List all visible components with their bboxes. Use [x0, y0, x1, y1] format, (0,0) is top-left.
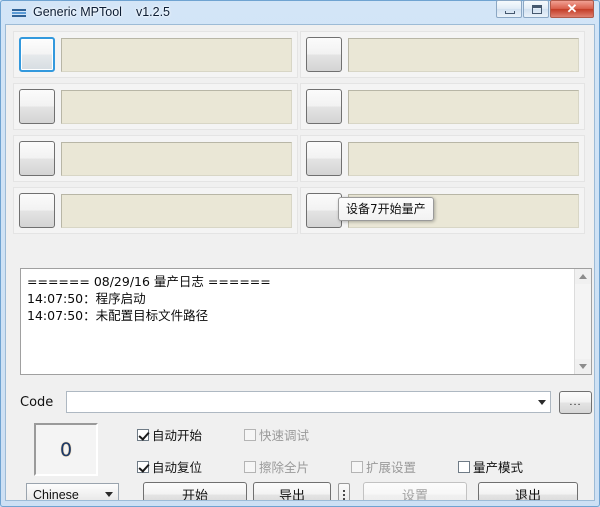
minimize-button[interactable] [496, 0, 522, 18]
device-status-6 [348, 89, 579, 124]
checkbox-auto-start[interactable]: 自动开始 [137, 425, 202, 444]
device-button-5[interactable] [306, 37, 342, 72]
chevron-down-icon[interactable] [100, 492, 118, 497]
checkbox-box [351, 460, 363, 473]
checkbox-label: 快速调试 [259, 428, 310, 443]
device-button-1[interactable] [19, 37, 55, 72]
checkbox-box [137, 460, 149, 473]
code-row: Code ... [20, 390, 592, 414]
device-panel-4[interactable] [13, 187, 298, 234]
exit-button[interactable]: 退出 [478, 482, 578, 500]
close-icon: ✕ [566, 1, 578, 16]
device-button-7[interactable] [306, 141, 342, 176]
device-status-7 [348, 141, 579, 176]
export-button[interactable]: 导出 [253, 482, 331, 500]
language-value: Chinese [33, 487, 79, 501]
device-panel-2[interactable] [13, 83, 298, 130]
close-button[interactable]: ✕ [550, 0, 594, 18]
device-status-2 [61, 89, 292, 124]
device-panel-6[interactable] [300, 83, 585, 130]
app-stripes-icon [11, 4, 27, 20]
scrollbar-track[interactable] [575, 284, 591, 359]
counter-display: 0 [34, 423, 98, 476]
counter-value: 0 [59, 438, 73, 461]
checkbox-box [458, 460, 470, 473]
log-scrollbar[interactable] [574, 269, 591, 374]
log-text: ====== 08/29/16 量产日志 ====== 14:07:50：程序启… [27, 274, 271, 323]
code-label: Code [20, 394, 54, 410]
maximize-icon [532, 5, 542, 14]
window-controls: ✕ [495, 0, 594, 18]
checkbox-mass-production[interactable]: 量产模式 [458, 457, 523, 476]
device-button-4[interactable] [19, 193, 55, 228]
app-window: Generic MPTool v1.2.5 ✕ 设备7开始量产 ====== 0… [0, 0, 600, 507]
minimize-icon [505, 11, 515, 14]
device-tooltip: 设备7开始量产 [338, 197, 434, 221]
checkbox-label: 扩展设置 [366, 460, 417, 475]
device-button-8[interactable] [306, 193, 342, 228]
device-panel-3[interactable] [13, 135, 298, 182]
device-grid [13, 31, 585, 234]
maximize-button[interactable] [523, 0, 549, 18]
checkbox-box [244, 460, 256, 473]
device-status-4 [61, 193, 292, 228]
log-box[interactable]: ====== 08/29/16 量产日志 ====== 14:07:50：程序启… [20, 268, 592, 375]
window-version: v1.2.5 [135, 5, 170, 19]
settings-button[interactable]: 设置 [363, 482, 467, 500]
scroll-down-icon[interactable] [575, 359, 591, 374]
checkbox-erase-all[interactable]: 擦除全片 [244, 457, 309, 476]
device-panel-7[interactable] [300, 135, 585, 182]
checkbox-quick-debug[interactable]: 快速调试 [244, 425, 309, 444]
checkbox-box [137, 428, 149, 441]
device-panel-5[interactable] [300, 31, 585, 78]
language-select[interactable]: Chinese [26, 483, 119, 501]
device-button-6[interactable] [306, 89, 342, 124]
window-title: Generic MPTool [33, 5, 122, 19]
vertical-dots-icon[interactable] [338, 483, 350, 500]
checkbox-label: 擦除全片 [259, 460, 310, 475]
chevron-down-icon[interactable] [533, 392, 550, 412]
checkbox-label: 自动开始 [152, 428, 203, 443]
code-combo[interactable] [66, 391, 551, 413]
device-button-3[interactable] [19, 141, 55, 176]
device-panel-1[interactable] [13, 31, 298, 78]
device-status-1 [61, 37, 292, 72]
checkbox-label: 自动复位 [152, 460, 203, 475]
checkbox-label: 量产模式 [473, 460, 524, 475]
title-bar[interactable]: Generic MPTool v1.2.5 ✕ [5, 0, 595, 24]
checkbox-auto-reset[interactable]: 自动复位 [137, 457, 202, 476]
device-status-3 [61, 141, 292, 176]
client-area: 设备7开始量产 ====== 08/29/16 量产日志 ====== 14:0… [5, 24, 595, 501]
start-button[interactable]: 开始 [143, 482, 247, 500]
scroll-up-icon[interactable] [575, 269, 591, 284]
device-button-2[interactable] [19, 89, 55, 124]
checkbox-extend-config[interactable]: 扩展设置 [351, 457, 416, 476]
browse-button[interactable]: ... [559, 390, 592, 414]
device-status-5 [348, 37, 579, 72]
checkbox-box [244, 428, 256, 441]
